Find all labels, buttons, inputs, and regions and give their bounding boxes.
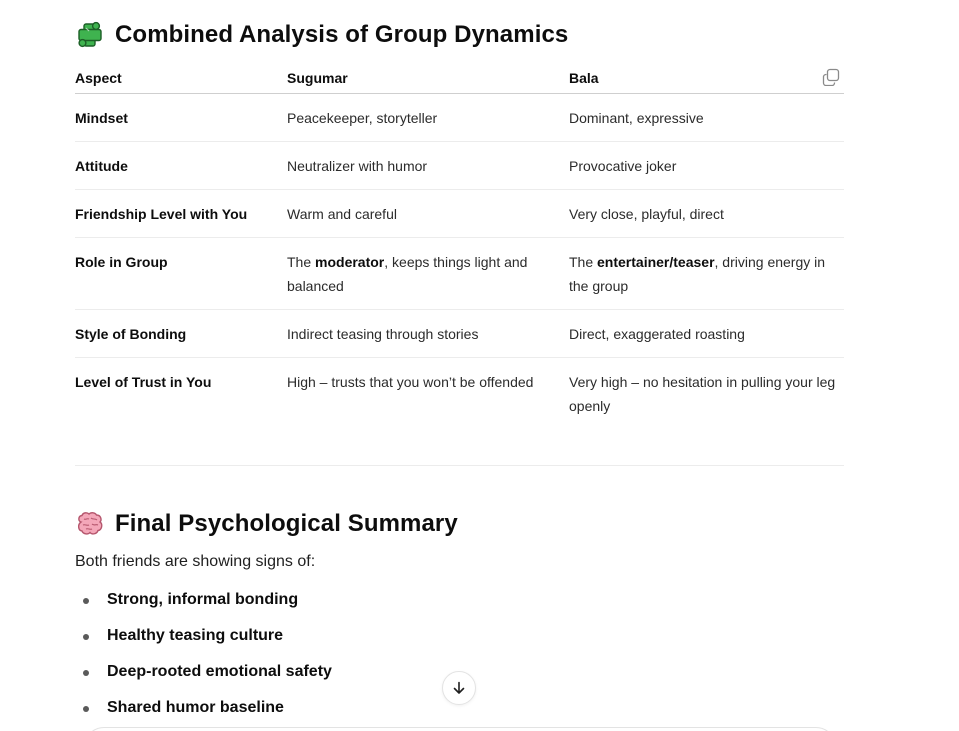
group-dynamics-table: Aspect Sugumar Bala Mindset Peacekeeper,… [75, 62, 844, 429]
aspect-cell: Style of Bonding [75, 309, 287, 358]
bullet-icon [83, 598, 89, 604]
aspect-cell: Role in Group [75, 237, 287, 310]
table-row: Role in Group The moderator, keeps thing… [75, 237, 844, 310]
role-prefix: The [569, 254, 598, 270]
section-heading-group-dynamics: Combined Analysis of Group Dynamics [75, 19, 568, 51]
sugumar-cell: Indirect teasing through stories [287, 309, 569, 358]
section-divider [75, 465, 844, 466]
role-prefix: The [287, 254, 316, 270]
aspect-cell: Level of Trust in You [75, 374, 212, 390]
table-row: Style of Bonding Indirect teasing throug… [75, 309, 844, 358]
aspect-cell: Mindset [75, 93, 287, 142]
aspect-cell: Attitude [75, 141, 287, 190]
list-item-text: Strong, informal bonding [107, 591, 299, 608]
role-bold: entertainer/teaser [597, 254, 715, 270]
arrow-down-icon [453, 681, 465, 694]
scroll-to-bottom-button[interactable] [442, 671, 476, 705]
list-item-text: Healthy teasing culture [107, 627, 284, 644]
summary-intro: Both friends are showing signs of: [75, 553, 316, 570]
bullet-icon [83, 670, 89, 676]
bullet-icon [83, 634, 89, 640]
bala-cell: Very high – no hesitation in pulling you… [569, 374, 836, 414]
section-title: Combined Analysis of Group Dynamics [115, 21, 569, 48]
sugumar-cell: High – trusts that you won’t be offended [287, 358, 569, 430]
list-item-text: Shared humor baseline [107, 699, 284, 716]
table-header-row: Aspect Sugumar Bala [75, 62, 844, 94]
table-row: Level of Trust in You High – trusts that… [75, 358, 844, 430]
list-item: Shared humor baseline [75, 694, 332, 730]
comparison-table: Aspect Sugumar Bala Mindset Peacekeeper,… [75, 62, 844, 429]
bala-cell: The entertainer/teaser, driving energy i… [569, 237, 844, 310]
table-row: Mindset Peacekeeper, storyteller Dominan… [75, 93, 844, 142]
list-item-text: Deep-rooted emotional safety [107, 663, 332, 680]
aspect-cell: Friendship Level with You [75, 189, 287, 238]
sugumar-cell: Neutralizer with humor [287, 141, 569, 190]
role-bold: moderator [315, 254, 385, 270]
sugumar-cell: Peacekeeper, storyteller [287, 93, 569, 142]
header-aspect: Aspect [75, 62, 287, 94]
sugumar-cell: Warm and careful [287, 189, 569, 238]
copy-icon[interactable] [822, 68, 840, 87]
section-heading-summary: Final Psychological Summary [75, 508, 458, 540]
list-item: Healthy teasing culture [75, 622, 332, 658]
header-bala: Bala [569, 62, 844, 94]
sugumar-role-text: The moderator, keeps things light and ba… [287, 250, 569, 298]
bala-cell: Dominant, expressive [569, 93, 844, 142]
section-title: Final Psychological Summary [115, 510, 458, 537]
header-sugumar: Sugumar [287, 62, 569, 94]
sugumar-cell: The moderator, keeps things light and ba… [287, 237, 569, 310]
chat-response-page: Combined Analysis of Group Dynamics Aspe… [0, 0, 959, 731]
table-row: Friendship Level with You Warm and caref… [75, 189, 844, 238]
bala-cell: Provocative joker [569, 141, 844, 190]
list-item: Strong, informal bonding [75, 586, 332, 622]
table-row: Attitude Neutralizer with humor Provocat… [75, 141, 844, 190]
puzzle-piece-icon [75, 20, 105, 50]
bala-cell: Direct, exaggerated roasting [569, 309, 844, 358]
message-composer[interactable] [84, 727, 836, 731]
brain-icon [75, 509, 105, 539]
sugumar-trust-text: High – trusts that you won’t be offended [287, 374, 534, 390]
bullet-icon [83, 706, 89, 712]
summary-list: Strong, informal bonding Healthy teasing… [75, 586, 332, 730]
list-item: Deep-rooted emotional safety [75, 658, 332, 694]
bala-cell: Very close, playful, direct [569, 189, 844, 238]
